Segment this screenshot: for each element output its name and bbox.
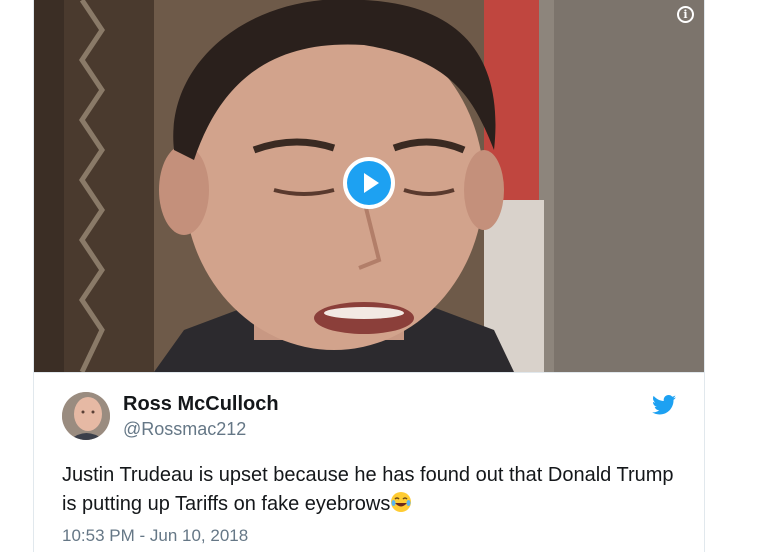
- avatar-image: [62, 392, 110, 440]
- info-icon[interactable]: i: [677, 6, 694, 23]
- play-button[interactable]: [343, 157, 395, 209]
- embedded-tweet-card: i Ross McCulloch @Rossmac212 Justin Trud…: [33, 0, 705, 552]
- laughing-emoji-icon: [390, 491, 412, 513]
- play-icon: [347, 161, 391, 205]
- tweet-text: Justin Trudeau is upset because he has f…: [62, 461, 682, 519]
- avatar[interactable]: [62, 392, 110, 440]
- author-handle[interactable]: @Rossmac212: [123, 419, 246, 440]
- twitter-bird-icon[interactable]: [652, 395, 676, 415]
- tweet-text-content: Justin Trudeau is upset because he has f…: [62, 464, 674, 515]
- tweet-timestamp[interactable]: 10:53 PM - Jun 10, 2018: [62, 526, 248, 546]
- tweet-body: Ross McCulloch @Rossmac212 Justin Trudea…: [34, 372, 704, 552]
- play-triangle: [364, 173, 379, 193]
- author-name[interactable]: Ross McCulloch: [123, 393, 279, 416]
- video-thumbnail[interactable]: i: [34, 0, 704, 372]
